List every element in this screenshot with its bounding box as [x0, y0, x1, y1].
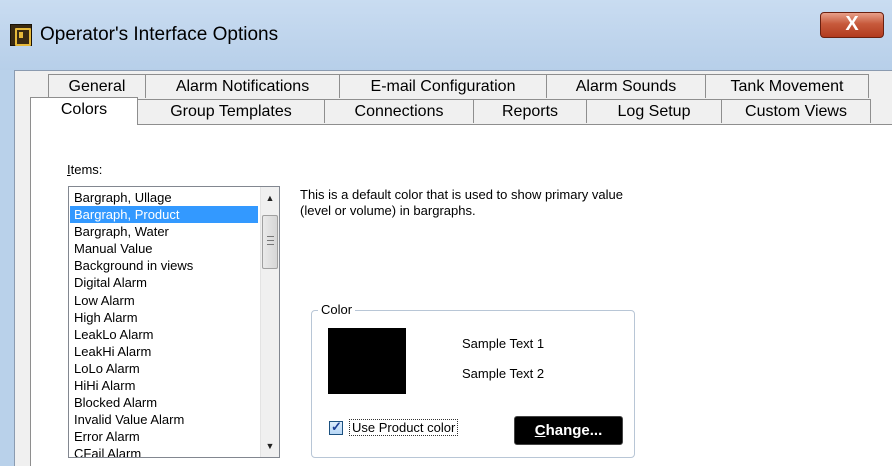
scroll-down-arrow-icon[interactable]: ▼ [261, 437, 279, 455]
color-group-legend: Color [318, 302, 356, 317]
tab-colors[interactable]: Colors [30, 97, 138, 125]
tab-log-setup[interactable]: Log Setup [586, 99, 722, 123]
title-bar[interactable]: Operator's Interface Options X [0, 0, 892, 70]
list-item[interactable]: LeakHi Alarm [70, 343, 258, 360]
scroll-up-arrow-icon[interactable]: ▲ [261, 189, 279, 207]
list-item[interactable]: Low Alarm [70, 292, 258, 309]
options-window: Operator's Interface Options X General A… [0, 0, 892, 466]
item-description: This is a default color that is used to … [300, 187, 623, 218]
list-item[interactable]: Invalid Value Alarm [70, 411, 258, 428]
change-button[interactable]: Change... [514, 416, 623, 445]
tab-email-configuration[interactable]: E-mail Configuration [339, 74, 547, 98]
items-label: Items: [67, 162, 103, 177]
tab-reports[interactable]: Reports [473, 99, 587, 123]
list-item[interactable]: Manual Value [70, 240, 258, 257]
list-item[interactable]: HiHi Alarm [70, 377, 258, 394]
tab-custom-views[interactable]: Custom Views [721, 99, 871, 123]
tab-tank-movement[interactable]: Tank Movement [705, 74, 869, 98]
grip-icon [267, 236, 274, 245]
use-product-color-checkbox[interactable]: ✓ [329, 419, 343, 435]
vertical-scrollbar[interactable]: ▲ ▼ [260, 187, 279, 457]
window-title: Operator's Interface Options [40, 24, 279, 45]
tab-alarm-notifications[interactable]: Alarm Notifications [145, 74, 340, 98]
list-item[interactable]: LeakLo Alarm [70, 326, 258, 343]
list-item[interactable]: LoLo Alarm [70, 360, 258, 377]
list-item-selected[interactable]: Bargraph, Product [70, 206, 258, 224]
list-item[interactable]: Blocked Alarm [70, 394, 258, 411]
list-item[interactable]: High Alarm [70, 309, 258, 326]
list-item[interactable]: Bargraph, Water [70, 223, 258, 240]
sample-text-2: Sample Text 2 [462, 366, 545, 381]
close-button[interactable]: X [820, 12, 884, 38]
list-item[interactable]: Error Alarm [70, 428, 258, 445]
app-icon [10, 24, 32, 46]
tab-alarm-sounds[interactable]: Alarm Sounds [546, 74, 706, 98]
tab-general[interactable]: General [48, 74, 146, 98]
items-list: Bargraph, Ullage Bargraph, Product Bargr… [70, 189, 258, 457]
scroll-thumb[interactable] [262, 215, 278, 269]
list-item[interactable]: CFail Alarm [70, 445, 258, 457]
list-item[interactable]: Bargraph, Ullage [70, 189, 258, 206]
tab-connections[interactable]: Connections [324, 99, 474, 123]
list-item[interactable]: Digital Alarm [70, 274, 258, 291]
checkmark-icon: ✓ [331, 419, 342, 434]
sample-text-1: Sample Text 1 [462, 336, 545, 351]
list-item[interactable]: Background in views [70, 257, 258, 274]
tab-group-templates[interactable]: Group Templates [137, 99, 325, 123]
color-swatch [328, 328, 406, 394]
use-product-color-label[interactable]: Use Product color [349, 419, 459, 436]
items-listbox[interactable]: Bargraph, Ullage Bargraph, Product Bargr… [68, 186, 280, 458]
sample-text-2-box: Sample Text 2 [458, 362, 560, 386]
